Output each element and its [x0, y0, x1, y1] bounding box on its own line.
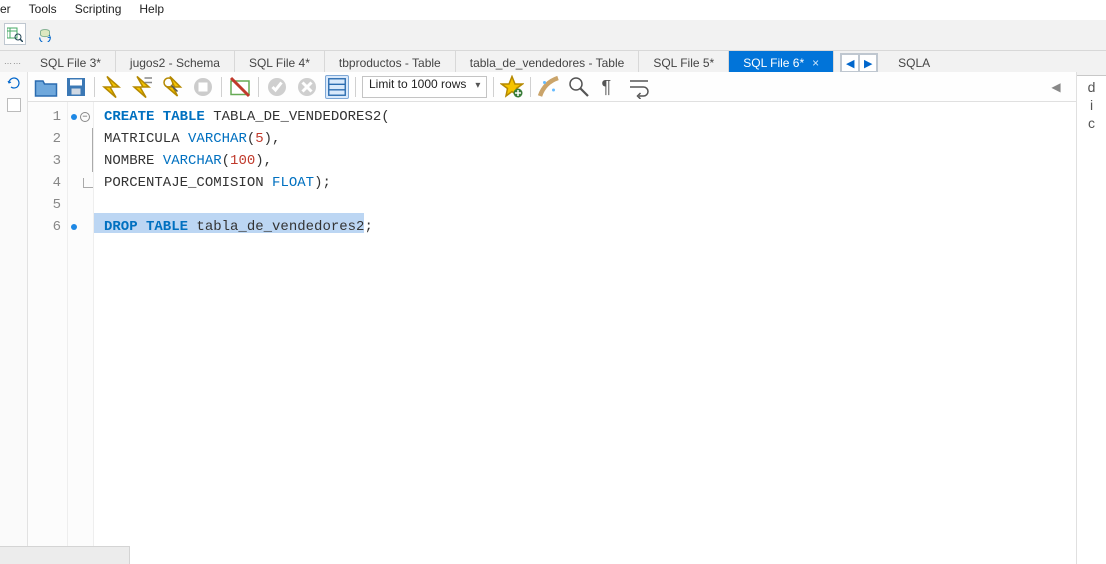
search-table-icon[interactable]: [4, 23, 26, 45]
code-line[interactable]: NOMBRE VARCHAR(100),: [104, 150, 1076, 172]
wrap-icon[interactable]: [627, 75, 651, 99]
bottom-status-strip: [0, 546, 130, 564]
line-number: 2: [28, 128, 61, 150]
menu-help[interactable]: Help: [139, 2, 164, 16]
save-icon[interactable]: [64, 75, 88, 99]
fold-open-icon[interactable]: −: [80, 112, 90, 122]
fold-guide: [92, 150, 93, 172]
svg-text:¶: ¶: [602, 77, 612, 97]
menu-scripting[interactable]: Scripting: [75, 2, 122, 16]
active-tab-label: SQL File 6*: [743, 56, 804, 70]
separator: [530, 77, 531, 97]
statement-dot-icon: [71, 224, 77, 230]
menu-server-cut[interactable]: er: [0, 2, 11, 16]
line-number: 1: [28, 106, 61, 128]
line-number-gutter: 1 2 3 4 5 6: [28, 102, 68, 564]
tab-prev-button[interactable]: ◀: [841, 54, 859, 72]
row-limit-select[interactable]: Limit to 1000 rows: [362, 76, 487, 98]
right-panel: d i c: [1076, 72, 1106, 564]
content-area: Limit to 1000 rows ¶ ◀: [0, 72, 1106, 564]
panel-placeholder: [7, 98, 21, 112]
separator: [493, 77, 494, 97]
refresh-icon[interactable]: [7, 76, 21, 90]
toggle-limit-icon[interactable]: [325, 75, 349, 99]
collapse-right-arrow-icon[interactable]: ◀: [1044, 75, 1068, 99]
separator: [221, 77, 222, 97]
editor-toolbar: Limit to 1000 rows ¶ ◀: [28, 72, 1076, 102]
line-number: 5: [28, 194, 61, 216]
separator: [258, 77, 259, 97]
db-refresh-icon[interactable]: [34, 23, 56, 45]
execute-icon[interactable]: [101, 75, 125, 99]
code-editor[interactable]: 1 2 3 4 5 6 − CREATE TABLE TABLA_DE_VEND…: [28, 102, 1076, 564]
commit-icon[interactable]: [265, 75, 289, 99]
code-line[interactable]: DROP TABLE tabla_de_vendedores2;: [104, 216, 1076, 238]
separator: [94, 77, 95, 97]
line-number: 4: [28, 172, 61, 194]
right-panel-text: d i c: [1077, 78, 1106, 132]
fold-guide: [92, 128, 93, 150]
line-number: 3: [28, 150, 61, 172]
no-autocommit-icon[interactable]: [228, 75, 252, 99]
fold-marker-gutter: −: [68, 102, 94, 564]
beautify-icon[interactable]: [537, 75, 561, 99]
row-limit-label: Limit to 1000 rows: [369, 77, 466, 91]
left-gutter-column: [0, 72, 28, 564]
tab-next-button[interactable]: ▶: [859, 54, 877, 72]
favorite-icon[interactable]: [500, 75, 524, 99]
find-icon[interactable]: [567, 75, 591, 99]
menu-tools[interactable]: Tools: [29, 2, 57, 16]
execute-current-icon[interactable]: [131, 75, 155, 99]
main-toolbar: [0, 20, 1106, 51]
close-tab-icon[interactable]: ×: [812, 56, 819, 70]
code-line[interactable]: MATRICULA VARCHAR(5),: [104, 128, 1076, 150]
separator: [355, 77, 356, 97]
line-number: 6: [28, 216, 61, 238]
statement-dot-icon: [71, 114, 77, 120]
explain-icon[interactable]: [161, 75, 185, 99]
menu-bar: er Tools Scripting Help: [0, 0, 1106, 20]
open-file-icon[interactable]: [34, 75, 58, 99]
code-lines[interactable]: CREATE TABLE TABLA_DE_VENDEDORES2(MATRIC…: [94, 102, 1076, 564]
code-line[interactable]: CREATE TABLE TABLA_DE_VENDEDORES2(: [104, 106, 1076, 128]
invisible-chars-icon[interactable]: ¶: [597, 75, 621, 99]
rollback-icon[interactable]: [295, 75, 319, 99]
stop-icon[interactable]: [191, 75, 215, 99]
fold-end-icon: [83, 178, 93, 188]
code-line[interactable]: PORCENTAJE_COMISION FLOAT);: [104, 172, 1076, 194]
editor-wrap: Limit to 1000 rows ¶ ◀: [28, 72, 1076, 564]
